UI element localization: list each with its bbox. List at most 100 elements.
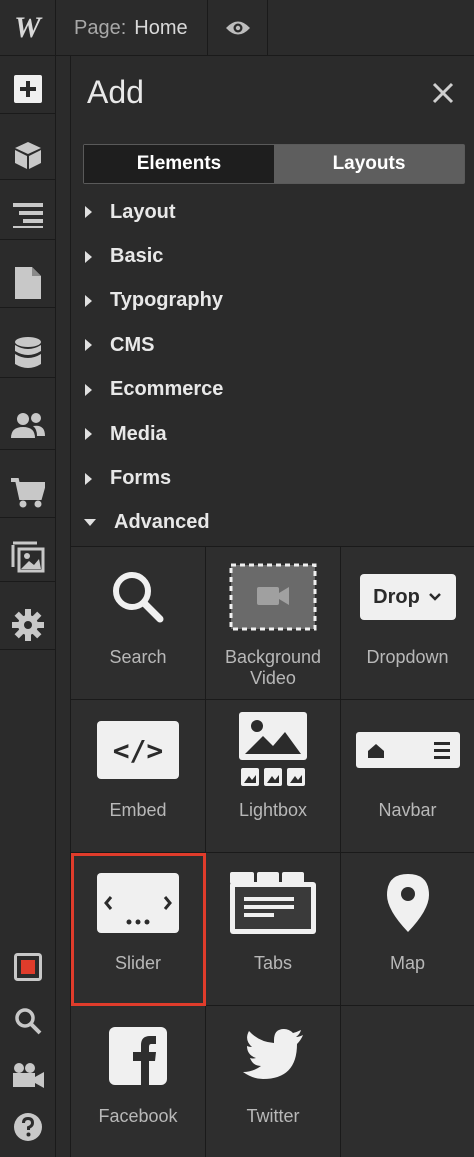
element-lightbox[interactable]: Lightbox: [206, 700, 341, 853]
category-ecommerce[interactable]: Ecommerce: [71, 368, 474, 412]
navigator-icon: [13, 202, 43, 228]
tab-elements[interactable]: Elements: [84, 145, 274, 183]
database-icon: [15, 336, 41, 368]
caret-down-icon: [84, 519, 96, 527]
element-label: Lightbox: [238, 800, 308, 820]
navbar-icon: [355, 732, 460, 768]
eye-icon: [225, 21, 250, 35]
element-background-video[interactable]: Background Video: [206, 547, 341, 700]
add-panel-button[interactable]: [0, 64, 56, 114]
stop-icon: [14, 953, 42, 981]
category-advanced[interactable]: Advanced: [71, 501, 474, 545]
map-pin-icon: [386, 874, 429, 932]
users-icon: [11, 412, 45, 438]
category-basic[interactable]: Basic: [71, 234, 474, 278]
element-twitter[interactable]: Twitter: [206, 1006, 341, 1157]
help-button[interactable]: [0, 1102, 56, 1152]
element-embed[interactable]: </> Embed: [71, 700, 206, 853]
caret-right-icon: [85, 383, 92, 396]
caret-right-icon: [85, 428, 92, 441]
caret-right-icon: [85, 472, 92, 485]
assets-button[interactable]: [0, 532, 56, 582]
element-tabs[interactable]: Tabs: [206, 853, 341, 1006]
close-icon: [432, 82, 454, 104]
left-toolbar: [0, 56, 56, 1157]
category-list: Layout Basic Typography CMS Ecommerce Me…: [71, 190, 474, 545]
cube-icon: [15, 141, 41, 169]
background-video-icon: [229, 563, 317, 631]
navigator-button[interactable]: [0, 190, 56, 240]
search-button[interactable]: [0, 996, 56, 1046]
category-layout[interactable]: Layout: [71, 190, 474, 234]
slider-icon: [97, 873, 179, 933]
help-icon: [14, 1113, 42, 1141]
users-button[interactable]: [0, 400, 56, 450]
element-label: Background Video: [224, 647, 322, 688]
caret-right-icon: [85, 339, 92, 352]
top-bar: W Page: Home: [0, 0, 474, 56]
element-facebook[interactable]: Facebook: [71, 1006, 206, 1157]
close-button[interactable]: [432, 82, 454, 104]
page-selector[interactable]: Page: Home: [56, 0, 208, 56]
tab-layouts[interactable]: Layouts: [274, 145, 464, 183]
element-slider[interactable]: Slider: [71, 853, 206, 1006]
element-label: Facebook: [98, 1106, 178, 1126]
category-label: Media: [110, 422, 167, 445]
category-label: CMS: [110, 333, 155, 356]
element-label: Search: [109, 647, 167, 667]
video-tutorials-button[interactable]: [0, 1050, 56, 1100]
category-label: Layout: [110, 200, 176, 223]
category-typography[interactable]: Typography: [71, 279, 474, 323]
twitter-icon: [243, 1029, 303, 1079]
symbols-button[interactable]: [0, 130, 56, 180]
preview-button[interactable]: [208, 0, 268, 56]
element-label: Navbar: [378, 800, 437, 820]
gear-icon: [12, 608, 44, 641]
category-label: Typography: [110, 289, 223, 312]
cart-icon: [11, 477, 45, 507]
facebook-icon: [109, 1027, 167, 1085]
embed-icon: </>: [97, 721, 179, 779]
caret-right-icon: [85, 250, 92, 263]
element-label: Slider: [114, 953, 162, 973]
category-media[interactable]: Media: [71, 412, 474, 456]
dropdown-icon: Drop: [359, 574, 456, 620]
page-selector-value: Home: [134, 16, 188, 39]
element-label: Dropdown: [366, 647, 449, 667]
element-navbar[interactable]: Navbar: [341, 700, 474, 853]
panel-title: Add: [87, 74, 144, 110]
tabs-icon: [230, 872, 316, 934]
search-icon: [15, 1008, 42, 1035]
chevron-down-icon: [428, 593, 441, 601]
category-label: Forms: [110, 467, 172, 490]
lightbox-icon: [239, 712, 307, 786]
search-icon: [113, 572, 164, 623]
element-label: Tabs: [253, 953, 293, 973]
element-search[interactable]: Search: [71, 547, 206, 700]
category-cms[interactable]: CMS: [71, 323, 474, 367]
camera-icon: [13, 1063, 44, 1088]
element-label: Twitter: [246, 1106, 300, 1126]
category-forms[interactable]: Forms: [71, 456, 474, 500]
ecommerce-button[interactable]: [0, 468, 56, 518]
tab-switcher: Elements Layouts: [83, 144, 465, 184]
page-selector-label: Page:: [74, 16, 127, 39]
element-dropdown[interactable]: Drop Dropdown: [341, 547, 474, 700]
pages-button[interactable]: [0, 258, 56, 308]
plus-icon: [14, 74, 42, 103]
element-label: Map: [389, 953, 425, 973]
caret-right-icon: [85, 294, 92, 307]
cms-button[interactable]: [0, 328, 56, 378]
element-map[interactable]: Map: [341, 853, 474, 1006]
page-icon: [15, 266, 41, 299]
category-label: Basic: [110, 245, 164, 268]
empty-cell: [341, 1006, 474, 1157]
element-label: Embed: [109, 800, 167, 820]
category-label: Advanced: [114, 511, 210, 534]
advanced-elements-grid: Search Background Video Drop Dropdown </…: [71, 546, 474, 1157]
settings-button[interactable]: [0, 600, 56, 650]
dropdown-icon-text: Drop: [373, 585, 420, 608]
caret-right-icon: [85, 206, 92, 219]
webflow-logo[interactable]: W: [0, 0, 56, 56]
record-button[interactable]: [0, 942, 56, 992]
